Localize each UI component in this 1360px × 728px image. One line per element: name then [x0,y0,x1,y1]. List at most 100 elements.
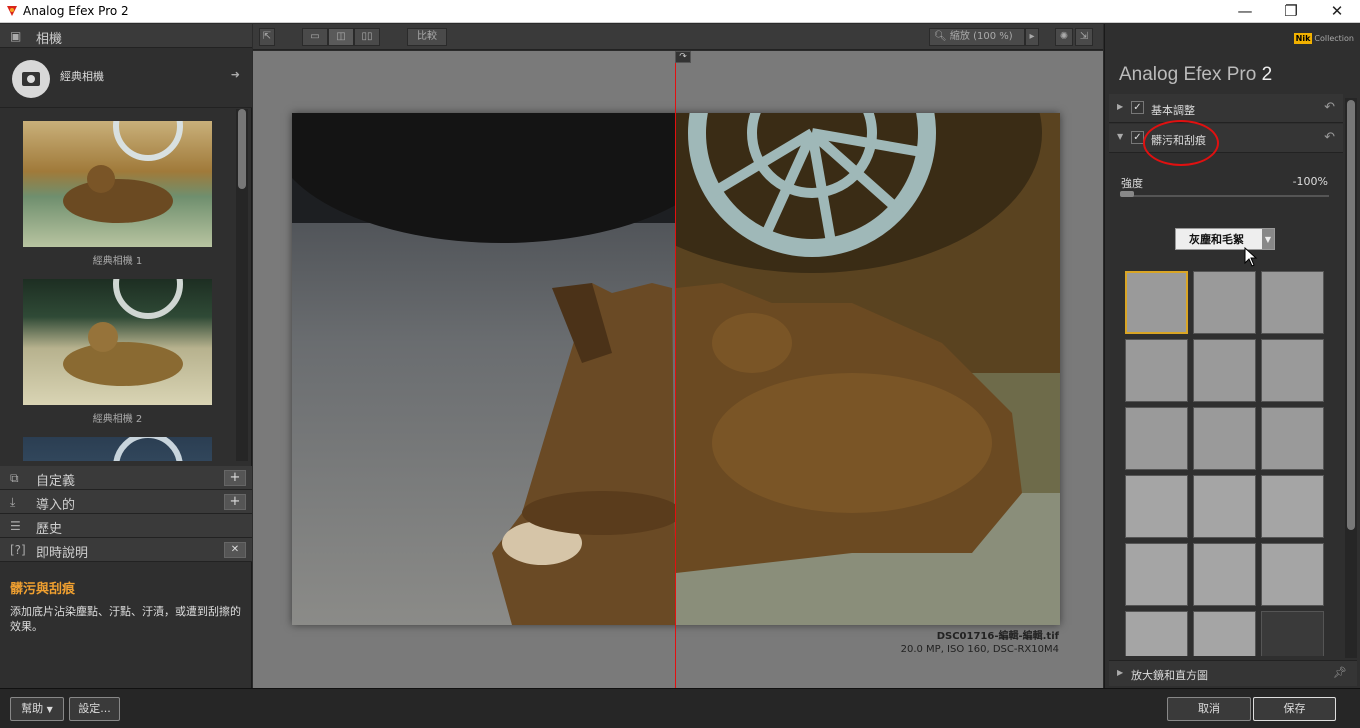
arrow-right-icon[interactable]: ➜ [231,68,240,81]
texture-thumbnail[interactable] [1261,543,1324,606]
settings-button[interactable]: 設定... [69,697,120,721]
annotation-circle [1143,120,1219,166]
basic-adjust-label: 基本調整 [1151,104,1195,117]
texture-grid [1125,271,1328,656]
collapsed-arrow-icon[interactable]: ▶ [1117,668,1123,677]
texture-thumbnail[interactable] [1193,407,1256,470]
expanded-arrow-icon[interactable]: ▼ [1117,132,1123,141]
thumbnail-image [23,437,212,461]
preset-thumb-2[interactable]: 經典相機 2 [23,279,212,425]
scroll-thumb[interactable] [1347,100,1355,530]
cancel-button[interactable]: 取消 [1167,697,1251,721]
texture-thumbnail[interactable] [1125,407,1188,470]
imported-section-header[interactable]: ⤓ 導入的 + [0,490,252,514]
camera-preset-icon [12,60,50,98]
file-details: 20.0 MP, ISO 160, DSC-RX10M4 [900,644,1059,655]
dropdown-value: 灰塵和毛絮 [1189,233,1244,246]
camera-icon: ▣ [10,29,22,43]
history-section-label: 歷史 [36,522,63,537]
split-line[interactable] [675,51,676,688]
zoom-selector[interactable]: 🔍︎ 縮放 (100 %) [929,28,1025,46]
basic-adjust-checkbox[interactable]: ✓ [1131,101,1144,114]
texture-thumbnail[interactable] [1193,543,1256,606]
texture-thumbnail[interactable] [1193,611,1256,656]
left-panel: ▣ 相機 經典相機 ➜ 經典相機 1 經典相機 2 ⧉ 自定義 + ⤓ 導入的 … [0,24,252,688]
brand-sub: Collection [1314,34,1354,43]
history-section-header[interactable]: ☰ 歷史 [0,514,252,538]
custom-presets-icon: ⧉ [10,471,19,485]
basic-adjust-section[interactable]: ▶ ✓ 基本調整 ↶ [1109,94,1343,123]
reset-icon[interactable]: ↶ [1324,130,1335,145]
preset-thumb-1[interactable]: 經典相機 1 [23,121,212,267]
view-toolbar: ⇱ ▭ ◫ ▯▯ 比較 🔍︎ 縮放 (100 %) ▸ ✺ ⇲ [253,24,1103,50]
scroll-thumb[interactable] [238,109,246,189]
preset-thumb-3[interactable] [23,437,212,461]
help-button[interactable]: 幫助 ▼ [10,697,64,721]
preset-selector[interactable]: 經典相機 ➜ [0,48,252,108]
save-button[interactable]: 保存 [1253,697,1336,721]
preview-photo[interactable] [292,113,1060,625]
texture-thumbnail[interactable] [1261,339,1324,402]
split-view-button[interactable]: ◫ [328,28,354,46]
product-version: 2 [1261,64,1273,85]
camera-section-label: 相機 [36,32,63,47]
help-button-label: 幫助 [21,702,44,715]
texture-thumbnail[interactable] [1125,611,1188,656]
brand-logo: Nik [1293,33,1313,44]
zoom-arrow-icon[interactable]: ▸ [1025,28,1039,46]
add-custom-button[interactable]: + [224,470,246,486]
bottom-bar: 幫助 ▼ 設定... 取消 保存 [0,688,1360,728]
texture-thumbnail[interactable] [1125,475,1188,538]
left-scrollbar[interactable] [236,109,248,461]
loupe-histogram-section[interactable]: ▶ 放大鏡和直方圖 📌︎ [1109,660,1357,686]
dropdown-arrow-icon[interactable]: ▼ [1262,229,1274,249]
right-scrollbar[interactable] [1345,98,1357,658]
imported-section-label: 導入的 [36,498,76,513]
close-help-button[interactable]: ✕ [224,542,246,558]
add-imported-button[interactable]: + [224,494,246,510]
swap-handle-icon[interactable]: ↷ [675,51,691,63]
background-light-icon[interactable]: ✺ [1055,28,1073,46]
texture-thumbnail[interactable] [1125,543,1188,606]
quick-help-label: 即時說明 [36,546,89,561]
single-view-button[interactable]: ▭ [302,28,328,46]
texture-thumbnail[interactable] [1261,407,1324,470]
help-text: 添加底片沾染塵點、汙點、汙漬，或遭到刮擦的效果。 [10,605,241,633]
strength-slider[interactable] [1120,191,1329,197]
close-button[interactable]: ✕ [1314,0,1360,23]
preset-name: 經典相機 [60,70,104,83]
texture-thumbnail[interactable] [1193,339,1256,402]
right-panel: Nik Collection Analog Efex Pro 2 ▶ ✓ 基本調整… [1104,24,1360,688]
texture-dropdown[interactable]: 灰塵和毛絮 ▼ [1175,228,1275,250]
slider-knob[interactable] [1120,191,1134,197]
texture-thumbnail[interactable] [1261,611,1324,656]
zoom-label: 縮放 (100 %) [949,31,1013,42]
history-icon: ☰ [10,519,21,533]
help-title: 髒污與刮痕 [10,582,76,597]
nik-collection-logo: Nik Collection [1293,33,1354,44]
export-icon[interactable]: ⇱ [259,28,275,46]
fullscreen-icon[interactable]: ⇲ [1075,28,1093,46]
maximize-button[interactable]: ❐ [1268,0,1314,23]
texture-thumbnail[interactable] [1193,271,1256,334]
collapsed-arrow-icon[interactable]: ▶ [1117,102,1123,111]
texture-thumbnail[interactable] [1261,271,1324,334]
reset-icon[interactable]: ↶ [1324,100,1335,115]
thumbnail-label: 經典相機 1 [92,256,143,267]
help-icon: [?] [10,543,26,557]
product-title: Analog Efex Pro [1119,64,1257,85]
camera-section-header[interactable]: ▣ 相機 [0,24,252,48]
custom-section-header[interactable]: ⧉ 自定義 + [0,466,252,490]
file-name: DSC01716-編輯-編輯.tif [936,631,1059,642]
pin-icon[interactable]: 📌︎ [1333,666,1347,679]
texture-thumbnail[interactable] [1261,475,1324,538]
texture-thumbnail[interactable] [1193,475,1256,538]
texture-thumbnail[interactable] [1125,339,1188,402]
side-by-side-button[interactable]: ▯▯ [354,28,380,46]
minimize-button[interactable]: — [1222,0,1268,23]
texture-thumbnail[interactable] [1125,271,1188,334]
file-info: DSC01716-編輯-編輯.tif 20.0 MP, ISO 160, DSC… [901,630,1059,656]
compare-button[interactable]: 比較 [407,28,447,46]
quick-help-section-header[interactable]: [?] 即時說明 ✕ [0,538,252,562]
strength-label: 強度 [1121,177,1143,190]
